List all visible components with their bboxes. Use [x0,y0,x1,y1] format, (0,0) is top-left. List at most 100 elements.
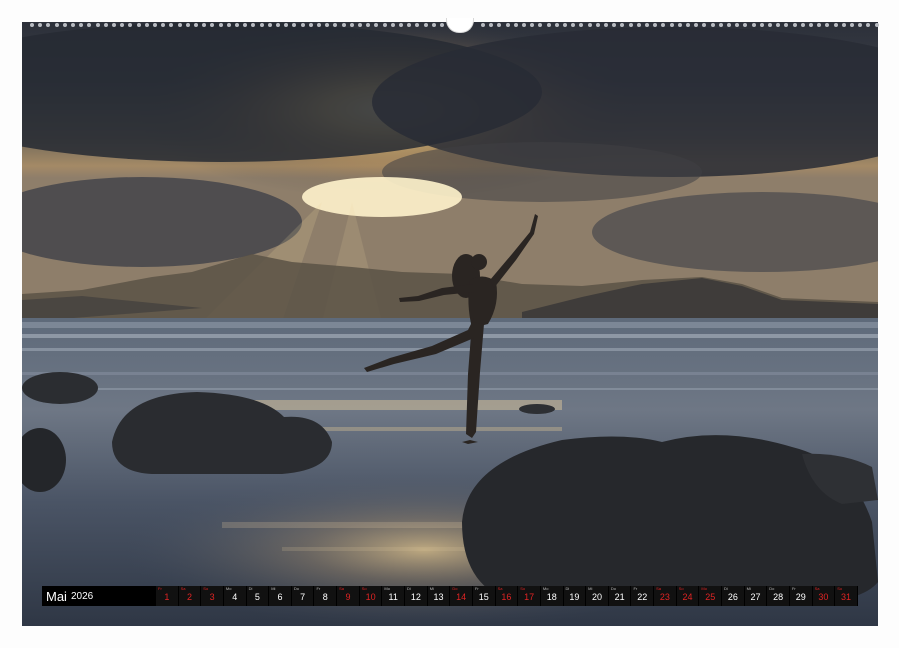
day-cell: Mi 27 [744,586,767,606]
binding-hole [604,23,608,27]
weekday-label: Di [565,586,570,591]
binding-hole [267,23,272,27]
binding-hole [169,23,174,27]
binding-hole [653,23,658,27]
binding-hole [103,23,108,27]
day-cell: So 17 [518,586,540,606]
day-cell: Sa 9 [337,586,359,606]
binding-hole [538,23,543,27]
day-number: 18 [546,592,557,602]
binding-hole [513,23,518,27]
weekday-label: Sa [814,586,820,591]
day-cell: Sa 16 [495,586,518,606]
binding-hole [431,23,436,27]
binding-hole [776,23,781,27]
day-number: 7 [300,592,306,602]
binding-hole [235,23,239,27]
weekday-label: Sa [497,586,503,591]
binding-hole [587,23,592,27]
binding-hole [317,23,321,27]
binding-hole [415,23,420,27]
binding-hole [718,23,723,27]
day-cell: Do 21 [608,586,631,606]
binding-hole [825,23,830,27]
day-cell: Fr 1 [156,586,178,606]
weekday-label: So [203,586,209,591]
binding-hole [366,23,371,27]
weekday-label: Sa [339,586,345,591]
day-cell: Mi 13 [427,586,450,606]
day-cell: Sa 2 [178,586,201,606]
binding-hole [645,23,649,27]
weekday-label: Di [724,586,728,591]
binding-hole [727,23,731,27]
day-number: 22 [637,592,648,602]
day-cell: Di 5 [246,586,269,606]
binding-hole [554,23,559,27]
day-number: 12 [410,592,421,602]
binding-hole [571,23,576,27]
hanger-hook [446,18,474,33]
beach-sunset-photo [22,22,878,626]
day-number: 21 [614,592,625,602]
binding-hole [850,23,854,27]
binding-hole [185,23,190,27]
binding-hole [702,23,707,27]
day-cell: Do 14 [450,586,472,606]
binding-hole [505,23,510,27]
day-cell: Fr 15 [472,586,495,606]
weekday-label: Di [248,586,253,591]
day-cell: So 24 [676,586,699,606]
day-number: 23 [659,592,670,602]
binding-hole [325,23,330,27]
day-number: 5 [254,592,260,602]
binding-hole [333,23,338,27]
day-number: 30 [818,592,829,602]
binding-hole [38,23,43,27]
binding-wire [22,18,879,33]
month-label: Mai 2026 [42,586,156,606]
weekday-label: Do [769,586,775,591]
binding-hole [218,23,223,27]
weekday-label: Sa [180,586,186,591]
binding-hole [800,23,805,27]
day-cell: So 31 [835,586,857,606]
day-number: 16 [501,592,512,602]
binding-hole [194,23,198,27]
binding-hole [636,23,641,27]
binding-hole [161,23,166,27]
binding-hole [349,23,354,27]
binding-hole [226,23,231,27]
binding-hole [259,23,264,27]
binding-hole [497,23,502,27]
binding-hole [612,23,617,27]
day-number: 4 [232,592,238,602]
binding-hole [71,23,75,27]
day-cell: Mo 11 [382,586,405,606]
day-row: Fr 1 Sa 2 So 3 Mo 4 Di 5 Mi 6 Do 7 Fr 8 Sa 9 So 10 Mo 11 Di 12 M… [156,586,858,606]
day-number: 31 [841,592,852,602]
day-cell: Fr 22 [631,586,654,606]
weekday-label: Mo [542,586,549,591]
binding-hole [243,23,248,27]
weekday-label: Mo [225,586,232,591]
day-cell: Mo 4 [223,586,246,606]
day-number: 28 [773,592,784,602]
day-cell: Sa 30 [812,586,835,606]
binding-hole [522,23,526,27]
binding-hole [399,23,403,27]
day-number: 26 [727,592,738,602]
binding-hole [144,23,149,27]
binding-hole [481,23,485,27]
weekday-label: Mo [384,586,390,591]
binding-hole [308,23,313,27]
weekday-label: Do [610,586,616,591]
binding-hole [620,23,625,27]
month-name: Mai [46,588,67,604]
binding-hole [284,23,289,27]
month-year: 2026 [70,590,94,602]
binding-hole [784,23,789,27]
weekday-label: Mi [588,586,593,591]
binding-hole [136,23,141,27]
day-cell: Sa 23 [654,586,676,606]
